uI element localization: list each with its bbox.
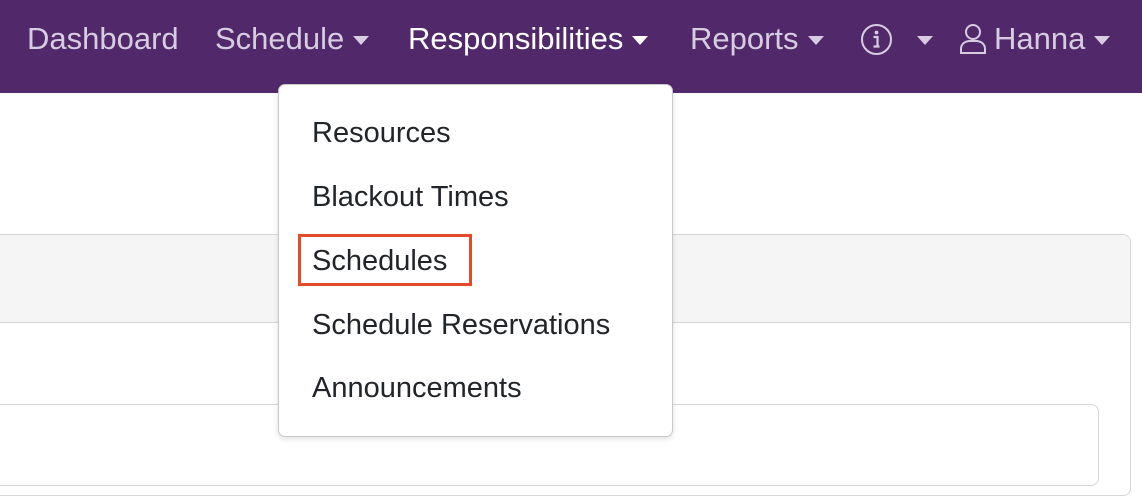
nav-responsibilities-label: Responsibilities <box>408 21 624 56</box>
info-circle-icon <box>860 23 893 56</box>
menu-item-resources[interactable]: Resources <box>312 116 451 150</box>
top-navbar: Dashboard Schedule Responsibilities Repo… <box>0 0 1142 93</box>
user-icon <box>958 22 988 56</box>
nav-dashboard[interactable]: Dashboard <box>27 18 179 60</box>
nav-reports[interactable]: Reports <box>690 18 824 60</box>
nav-dashboard-label: Dashboard <box>27 21 179 56</box>
caret-down-icon <box>917 35 933 45</box>
nav-schedule[interactable]: Schedule <box>215 18 370 60</box>
nav-schedule-label: Schedule <box>215 21 345 56</box>
caret-down-icon <box>632 35 649 45</box>
caret-down-icon <box>807 35 824 45</box>
nav-reports-label: Reports <box>690 21 799 56</box>
nav-responsibilities[interactable]: Responsibilities <box>408 18 649 60</box>
nav-help-menu[interactable] <box>860 18 933 60</box>
caret-down-icon <box>353 35 370 45</box>
menu-item-schedules[interactable]: Schedules <box>312 244 447 278</box>
caret-down-icon <box>1094 35 1111 45</box>
menu-item-schedule-reservations[interactable]: Schedule Reservations <box>312 308 610 342</box>
menu-item-announcements[interactable]: Announcements <box>312 371 522 405</box>
responsibilities-dropdown-menu: Resources Blackout Times Schedules Sched… <box>278 84 673 437</box>
nav-user-menu[interactable]: Hanna <box>958 18 1111 60</box>
nav-user-label: Hanna <box>994 21 1086 56</box>
menu-item-blackout-times[interactable]: Blackout Times <box>312 180 509 214</box>
